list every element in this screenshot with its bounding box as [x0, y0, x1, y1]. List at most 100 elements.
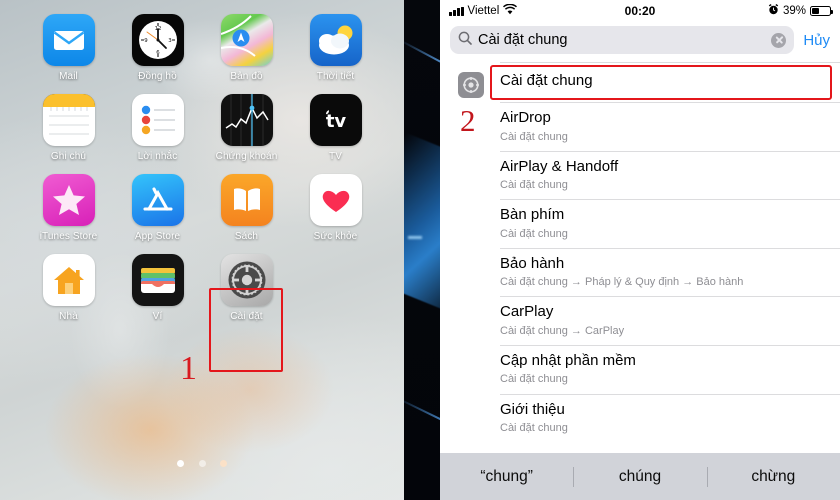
app-row-2: Ghi chú Lời nhắc Chứng khoán tv TV: [24, 94, 380, 162]
result-subtitle: Cài đặt chung: [500, 130, 568, 143]
app-store-icon: [131, 174, 184, 226]
app-label: Mail: [59, 71, 78, 82]
result-subtitle: Cài đặt chung: [500, 227, 568, 240]
tv-icon: tv: [309, 94, 362, 146]
home-app-icon: [42, 254, 95, 306]
reminders-icon: [131, 94, 184, 146]
maps-icon: [220, 14, 273, 66]
result-title: Giới thiệu: [500, 400, 565, 418]
settings-gear-icon: [220, 254, 273, 306]
suggestion-3[interactable]: chừng: [707, 468, 840, 486]
screenshot-root: Mail 12 3 6 9: [0, 0, 840, 500]
app-label: Bản đồ: [230, 71, 263, 82]
app-weather[interactable]: Thời tiết: [291, 14, 380, 82]
health-icon: [309, 174, 362, 226]
iphone-home-screen: Mail 12 3 6 9: [0, 0, 404, 500]
result-title: Bảo hành: [500, 254, 565, 272]
status-bar-right: 39%: [711, 3, 833, 18]
alarm-clock-icon: [768, 3, 779, 18]
page-indicator[interactable]: [0, 454, 404, 472]
result-row-carplay[interactable]: CarPlay Cài đặt chung → CarPlay: [440, 296, 840, 345]
app-mail[interactable]: Mail: [24, 14, 113, 82]
keyboard-suggestion-bar: “chung” chúng chừng: [440, 453, 840, 500]
search-input[interactable]: Cài đặt chung: [450, 26, 795, 54]
search-results-list: Cài đặt chung 2 AirDrop Cài đặt chung Ai…: [440, 62, 840, 457]
row-divider: [500, 102, 840, 104]
app-label: Cài đặt: [230, 311, 263, 322]
stocks-icon: [220, 94, 273, 146]
result-title: Cài đặt chung: [500, 72, 593, 89]
svg-text:tv: tv: [325, 111, 346, 132]
app-row-3: iTunes Store App Store Sách Sức khỏe: [24, 174, 380, 242]
result-title: AirDrop: [500, 109, 551, 127]
status-bar-left: Viettel: [449, 3, 569, 18]
row-divider: [500, 62, 840, 63]
app-label: Ví: [152, 311, 163, 322]
result-subtitle: Cài đặt chung → CarPlay: [500, 324, 625, 337]
panel-divider: [404, 0, 440, 500]
app-reminders[interactable]: Lời nhắc: [113, 94, 202, 162]
app-settings[interactable]: Cài đặt: [202, 254, 291, 322]
app-label: Sức khỏe: [313, 231, 358, 242]
result-row-airdrop[interactable]: 2 AirDrop Cài đặt chung: [440, 102, 840, 151]
page-dot-2[interactable]: [198, 460, 206, 467]
app-grid: Mail 12 3 6 9: [0, 0, 404, 322]
settings-search-screen: Viettel 00:20 39% Cài đặt chung Hủy Cài …: [440, 0, 840, 500]
app-label: Nhà: [59, 311, 78, 322]
result-row-gioi-thieu[interactable]: Giới thiệu Cài đặt chung: [440, 393, 840, 443]
app-home[interactable]: Nhà: [24, 254, 113, 322]
search-input-value: Cài đặt chung: [478, 32, 568, 48]
result-row-bao-hanh[interactable]: Bảo hành Cài đặt chung → Pháp lý & Quy đ…: [440, 247, 840, 297]
result-row-cap-nhat-phan-mem[interactable]: Cập nhật phần mềm Cài đặt chung: [440, 344, 840, 394]
wifi-icon: [503, 3, 518, 18]
app-books[interactable]: Sách: [202, 174, 291, 242]
app-itunes-store[interactable]: iTunes Store: [24, 174, 113, 242]
app-label: App Store: [134, 231, 181, 242]
result-row-airplay-handoff[interactable]: AirPlay & Handoff Cài đặt chung: [440, 150, 840, 200]
app-app-store[interactable]: App Store: [113, 174, 202, 242]
app-row-4: Nhà Ví Cài đặt: [24, 254, 380, 322]
clear-text-icon[interactable]: [771, 32, 787, 48]
result-subtitle: Cài đặt chung → Pháp lý & Quy định → Bảo…: [500, 276, 744, 289]
weather-icon: [309, 14, 362, 66]
suggestion-2[interactable]: chúng: [573, 468, 706, 486]
page-dot-1[interactable]: [177, 460, 185, 467]
cellular-signal-icon: [449, 6, 464, 16]
search-icon: [458, 31, 472, 50]
books-icon: [220, 174, 273, 226]
result-title: Cập nhật phần mềm: [500, 351, 636, 369]
settings-gear-icon: [458, 72, 484, 98]
app-clock[interactable]: 12 3 6 9 Đồng hồ: [113, 14, 202, 82]
suggestion-1[interactable]: “chung”: [440, 468, 573, 486]
battery-icon: [810, 6, 833, 16]
search-bar: Cài đặt chung Hủy: [440, 22, 840, 62]
app-stocks[interactable]: Chứng khoán: [202, 94, 291, 162]
result-subtitle: Cài đặt chung: [500, 179, 568, 192]
step-1-marker: 1: [180, 350, 197, 387]
app-health[interactable]: Sức khỏe: [291, 174, 380, 242]
result-row-cai-dat-chung[interactable]: Cài đặt chung: [440, 62, 840, 102]
carrier-label: Viettel: [467, 5, 500, 17]
row-divider: [500, 199, 840, 201]
cancel-button[interactable]: Hủy: [803, 32, 830, 49]
page-dot-3[interactable]: [219, 460, 227, 467]
step-2-marker: 2: [460, 103, 476, 139]
row-divider: [500, 296, 840, 298]
battery-percent-label: 39%: [782, 5, 806, 17]
app-label: TV: [329, 151, 342, 162]
app-maps[interactable]: Bản đồ: [202, 14, 291, 82]
result-row-ban-phim[interactable]: Bàn phím Cài đặt chung: [440, 199, 840, 248]
itunes-store-icon: [42, 174, 95, 226]
status-bar-clock: 00:20: [624, 4, 656, 18]
app-notes[interactable]: Ghi chú: [24, 94, 113, 162]
app-wallet[interactable]: Ví: [113, 254, 202, 322]
app-label: Ghi chú: [50, 151, 87, 162]
result-title: CarPlay: [500, 303, 554, 321]
row-divider: [500, 150, 840, 152]
svg-text:9: 9: [144, 38, 148, 44]
result-subtitle: Cài đặt chung: [500, 373, 568, 386]
app-tv[interactable]: tv TV: [291, 94, 380, 162]
app-row-1: Mail 12 3 6 9: [24, 14, 380, 82]
app-label: Sách: [234, 231, 259, 242]
svg-text:3: 3: [168, 38, 171, 44]
